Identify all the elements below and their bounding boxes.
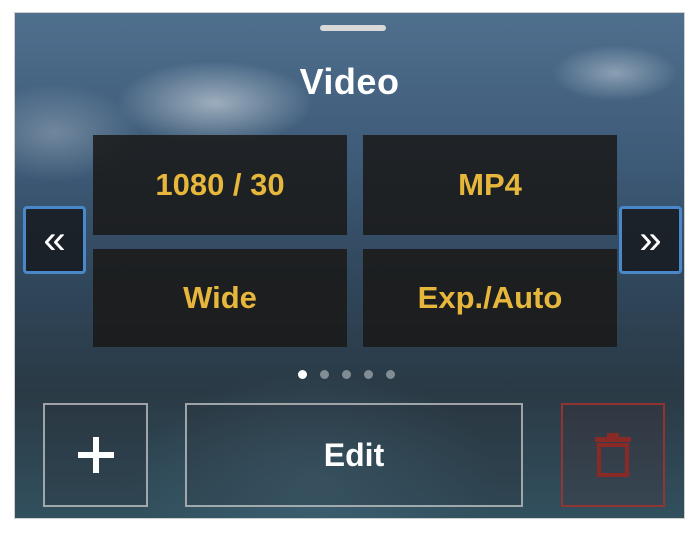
double-chevron-right-icon: » [639,218,662,262]
page-title: Video [299,61,400,102]
fov-setting[interactable]: Wide [93,249,347,347]
drag-handle[interactable] [320,25,386,31]
settings-grid: 1080 / 30 MP4 Wide Exp./Auto [93,135,617,347]
trash-icon [595,433,631,477]
mode-screen: Video 1080 / 30 MP4 Wide Exp./Auto « » E… [14,12,685,519]
delete-preset-button[interactable] [561,403,665,507]
page-dot [342,370,351,379]
previous-preset-button[interactable]: « [23,206,86,274]
plus-icon [77,437,114,473]
page-dot [386,370,395,379]
edit-button[interactable]: Edit [185,403,523,507]
page-dot [364,370,373,379]
resolution-setting[interactable]: 1080 / 30 [93,135,347,235]
double-chevron-left-icon: « [43,218,66,262]
next-preset-button[interactable]: » [619,206,682,274]
page-indicator [298,370,395,379]
exposure-setting[interactable]: Exp./Auto [363,249,617,347]
format-setting[interactable]: MP4 [363,135,617,235]
add-preset-button[interactable] [43,403,148,507]
page-dot [320,370,329,379]
page-dot [298,370,307,379]
